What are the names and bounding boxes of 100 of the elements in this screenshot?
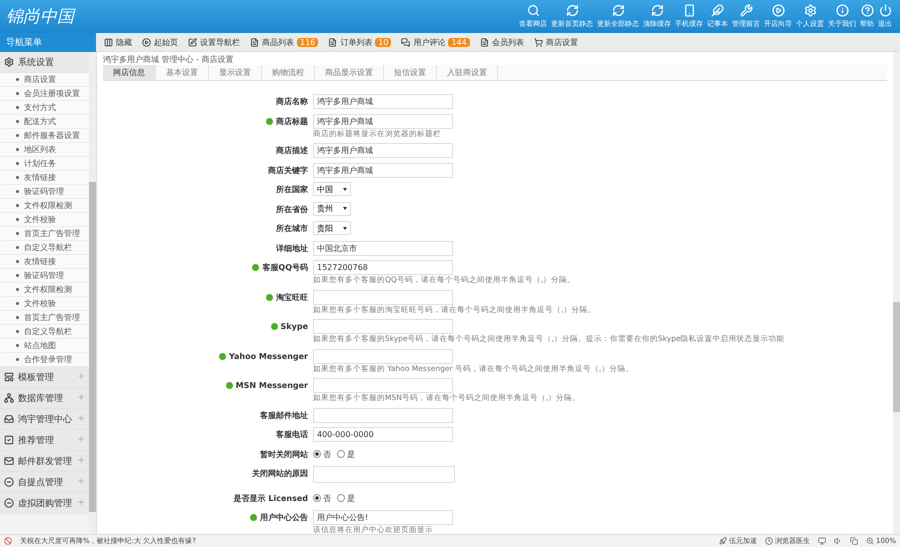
help-icon (860, 4, 874, 17)
mail-icon (4, 456, 14, 466)
toolbar-button[interactable]: 会员列表 (480, 36, 524, 48)
text-field[interactable] (313, 319, 453, 334)
radio-option[interactable]: 否 (313, 448, 331, 460)
tab[interactable]: 网店信息 (103, 65, 156, 80)
info-dot-icon (226, 382, 233, 389)
toolbar-button[interactable]: 起始页 (142, 36, 178, 48)
field-label: 所在省份 (276, 204, 308, 214)
dropdown[interactable]: 贵州 (313, 202, 351, 216)
menu-item[interactable]: 合作登录管理 (0, 353, 89, 367)
text-area[interactable] (313, 466, 455, 483)
menu-item[interactable]: 会员注册项设置 (0, 87, 89, 101)
toolbar-button[interactable]: 用户评论 144 (401, 36, 470, 48)
menu-group[interactable]: 数据库管理 + (0, 388, 89, 409)
tab[interactable]: 短信设置 (384, 65, 437, 80)
network-icon (4, 393, 14, 403)
cart-icon (534, 38, 543, 46)
search-icon (526, 4, 540, 17)
rocket-icon (718, 537, 727, 545)
text-field[interactable]: 400-000-0000 (313, 427, 453, 442)
text-field[interactable] (313, 290, 453, 304)
field-label: 用户中心公告 (260, 512, 308, 523)
settings-icon (4, 57, 14, 67)
text-field[interactable] (313, 408, 453, 422)
inbox-icon (4, 414, 14, 424)
count-badge: 10 (375, 38, 392, 46)
power-icon (878, 4, 892, 17)
field-label: 商店描述 (276, 145, 308, 156)
menu-item[interactable]: 支付方式 (0, 101, 89, 115)
text-field[interactable] (313, 378, 453, 393)
menu-group[interactable]: 模板管理 + (0, 367, 89, 388)
field-label: 关闭网站的原因 (252, 468, 308, 479)
menu-group[interactable]: 虚拟团购管理 + (0, 493, 89, 514)
radio-option[interactable]: 是 (337, 448, 355, 460)
tab[interactable]: 商品显示设置 (315, 65, 384, 80)
tab[interactable]: 显示设置 (209, 65, 262, 80)
scrollbar[interactable] (893, 52, 900, 534)
field-label: MSN Messenger (236, 381, 308, 390)
menu-item[interactable]: 站点地图 (0, 339, 89, 353)
toolbar-button[interactable]: 设置导航栏 (188, 36, 240, 48)
text-field[interactable]: 用户中心公告! (313, 510, 453, 525)
menu-item[interactable]: 自定义导航栏 (0, 325, 89, 339)
menu-item[interactable]: 邮件服务器设置 (0, 129, 89, 143)
toolbar-button[interactable]: 隐藏 (104, 36, 132, 48)
menu-item[interactable]: 文件权限检测 (0, 199, 89, 213)
wrench-icon (740, 4, 752, 17)
text-field[interactable]: 鸿宇多用户商城 (313, 94, 453, 109)
menu-item[interactable]: 地区列表 (0, 143, 89, 157)
dropdown[interactable]: 中国 (313, 182, 351, 196)
monitor-icon[interactable] (818, 537, 826, 545)
text-field[interactable] (313, 348, 453, 364)
window-icon[interactable] (850, 537, 858, 545)
field-label: 是否显示 Licensed (234, 492, 308, 504)
menu-group[interactable]: 鸿宇管理中心 + (0, 409, 89, 430)
field-label: Yahoo Messenger (228, 352, 308, 360)
tab[interactable]: 购物流程 (262, 65, 315, 80)
refresh-icon (566, 4, 578, 17)
edit-icon (188, 38, 197, 46)
text-field[interactable]: 中国北京市 (313, 240, 453, 256)
text-field[interactable]: 鸿宇多用户商城 (313, 143, 453, 158)
menu-group[interactable]: 自提点管理 + (0, 472, 89, 493)
toolbar-button[interactable]: 商品列表 116 (250, 36, 318, 48)
text-field[interactable]: 鸿宇多用户商城 (313, 162, 453, 178)
refresh-icon (612, 4, 624, 17)
menu-item[interactable]: 文件权限检测 (0, 283, 89, 297)
feather-icon (711, 4, 724, 17)
menu-group[interactable]: 推荐管理 + (0, 430, 89, 451)
menu-item[interactable]: 计划任务 (0, 157, 89, 171)
menu-item[interactable]: 友情链接 (0, 171, 89, 185)
info-dot-icon (250, 514, 257, 521)
menu-item[interactable]: 验证码管理 (0, 185, 89, 199)
field-label: 淘宝旺旺 (276, 292, 308, 302)
dropdown[interactable]: 贵阳 (313, 221, 351, 235)
menu-item[interactable]: 友情链接 (0, 255, 89, 269)
field-label: 商店名称 (276, 96, 308, 107)
menu-item[interactable]: 文件校验 (0, 297, 89, 311)
info-dot-icon (252, 264, 260, 271)
speaker-icon[interactable] (834, 537, 842, 545)
field-label: 商店关键字 (268, 164, 308, 176)
radio-option[interactable]: 否 (313, 492, 331, 504)
menu-item[interactable]: 验证码管理 (0, 269, 89, 283)
scrollbar[interactable] (89, 52, 96, 534)
menu-item[interactable]: 首页主广告管理 (0, 311, 89, 325)
sidebar-title: 导航菜单 (0, 33, 96, 52)
menu-group[interactable]: 邮件群发管理 + (0, 451, 89, 472)
menu-item[interactable]: 文件校验 (0, 213, 89, 227)
text-field[interactable]: 1527200768 (313, 260, 453, 275)
menu-item[interactable]: 配送方式 (0, 115, 89, 129)
tab[interactable]: 入驻商设置 (437, 65, 498, 80)
menu-item[interactable]: 商店设置 (0, 73, 89, 87)
menu-item[interactable]: 自定义导航栏 (0, 241, 89, 255)
text-field[interactable]: 鸿宇多用户商城 (313, 114, 453, 128)
menu-item[interactable]: 首页主广告管理 (0, 227, 89, 241)
tab[interactable]: 基本设置 (156, 65, 209, 80)
menu-group[interactable]: 系统设置 (0, 52, 89, 73)
toolbar-button[interactable]: 商店设置 (534, 36, 578, 48)
radio-option[interactable]: 是 (337, 492, 355, 504)
refresh-icon (650, 4, 664, 17)
toolbar-button[interactable]: 订单列表 10 (328, 36, 392, 48)
